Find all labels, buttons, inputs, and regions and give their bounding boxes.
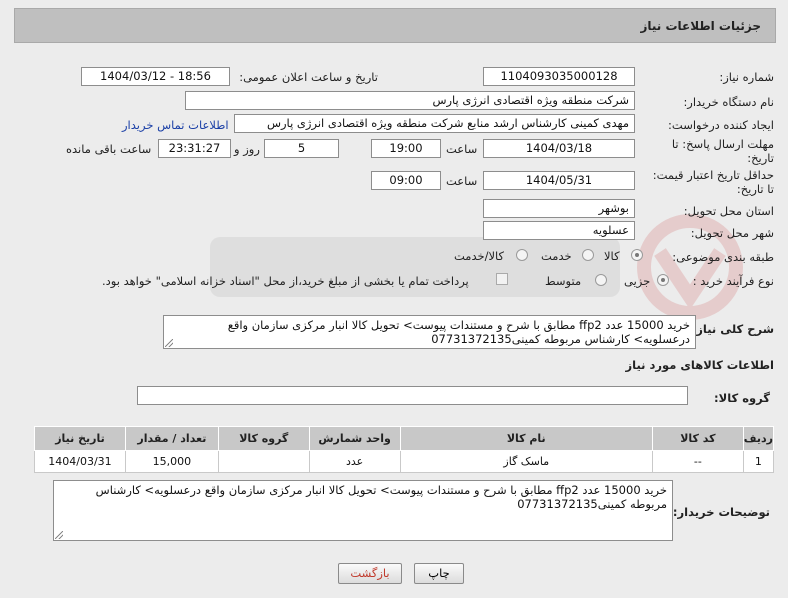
category-goods-radio[interactable] [631, 249, 643, 261]
reply-time-label: ساعت [446, 142, 478, 156]
goods-table-header: ردیف کد کالا نام کالا واحد شمارش گروه کا… [34, 426, 775, 451]
cell-need-date: 1404/03/31 [34, 450, 126, 473]
purchase-medium-radio[interactable] [595, 274, 607, 286]
goods-group-field [137, 386, 688, 405]
col-need-date: تاریخ نیاز [34, 426, 126, 451]
price-validity-label: حداقل تاریخ اعتبار قیمت: [652, 168, 774, 182]
category-service-radio[interactable] [582, 249, 594, 261]
col-quantity: تعداد / مقدار [124, 426, 219, 451]
goods-group-label: گروه کالا: [714, 391, 770, 405]
back-button[interactable]: بازگشت [338, 563, 402, 584]
purchase-minor-radio[interactable] [657, 274, 669, 286]
cell-unit: عدد [308, 450, 401, 473]
days-remaining-field: 5 [264, 139, 339, 158]
requester-label: ایجاد کننده درخواست: [668, 118, 774, 132]
cell-code: -- [651, 450, 744, 473]
time-remaining-field: 23:31:27 [158, 139, 231, 158]
page-title: جزئیات اطلاعات نیاز [640, 19, 761, 33]
price-validity-label-2: تا تاریخ: [736, 182, 774, 196]
days-label: روز و [234, 142, 260, 156]
price-validity-time-field: 09:00 [371, 171, 441, 190]
table-row: 1 -- ماسک گاز عدد 15,000 1404/03/31 [34, 450, 775, 473]
city-field: عسلویه [483, 221, 635, 240]
purchase-medium-label: متوسط [545, 274, 582, 288]
city-label: شهر محل تحویل: [690, 226, 774, 240]
cell-quantity: 15,000 [124, 450, 219, 473]
general-description-textarea[interactable]: خرید 15000 عدد ffp2 مطابق با شرح و مستند… [163, 315, 696, 349]
category-goods-service-label: کالا/خدمت [454, 249, 505, 263]
goods-table: ردیف کد کالا نام کالا واحد شمارش گروه کا… [34, 426, 775, 473]
general-description-label: شرح کلی نیاز: [691, 322, 774, 336]
category-goods-label: کالا [604, 249, 620, 263]
price-validity-time-label: ساعت [446, 174, 478, 188]
category-label: طبقه بندی موضوعی: [672, 250, 774, 264]
category-goods-service-radio[interactable] [516, 249, 528, 261]
reply-date-field: 1404/03/18 [483, 139, 635, 158]
cell-group [217, 450, 310, 473]
buyer-notes-label: توضیحات خریدار: [672, 505, 770, 519]
treasury-bonds-note: پرداخت تمام یا بخشی از مبلغ خرید،از محل … [102, 274, 469, 288]
treasury-bonds-checkbox[interactable] [496, 273, 508, 285]
col-unit: واحد شمارش [308, 426, 401, 451]
time-remaining-label: ساعت باقی مانده [66, 142, 152, 156]
buyer-notes-text: خرید 15000 عدد ffp2 مطابق با شرح و مستند… [95, 483, 667, 511]
reply-time-field: 19:00 [371, 139, 441, 158]
cell-name: ماسک گاز [399, 450, 653, 473]
buyer-org-label: نام دستگاه خریدار: [683, 95, 774, 109]
purchase-minor-label: جزیی [624, 274, 651, 288]
print-button[interactable]: چاپ [414, 563, 464, 584]
resize-grip-icon[interactable] [55, 531, 63, 539]
announce-datetime-label: تاریخ و ساعت اعلان عمومی: [239, 70, 378, 84]
purchase-type-label: نوع فرآیند خرید : [692, 274, 774, 288]
announce-datetime-field: 1404/03/12 - 18:56 [81, 67, 230, 86]
buyer-notes-textarea[interactable]: خرید 15000 عدد ffp2 مطابق با شرح و مستند… [53, 480, 673, 541]
buyer-contact-link[interactable]: اطلاعات تماس خریدار [122, 118, 229, 132]
col-code: کد کالا [651, 426, 744, 451]
category-service-label: خدمت [541, 249, 572, 263]
page-header: جزئیات اطلاعات نیاز [14, 8, 776, 43]
province-label: استان محل تحویل: [683, 204, 774, 218]
col-row: ردیف [742, 426, 775, 451]
requester-field: مهدی کمینی کارشناس ارشد منابع شرکت منطقه… [234, 114, 635, 133]
resize-grip-icon[interactable] [165, 339, 173, 347]
goods-section-title: اطلاعات کالاهای مورد نیاز [625, 358, 774, 372]
col-group: گروه کالا [217, 426, 310, 451]
need-number-field: 1104093035000128 [483, 67, 635, 86]
watermark-logo [210, 214, 743, 320]
col-name: نام کالا [399, 426, 653, 451]
reply-deadline-label: مهلت ارسال پاسخ: تا [671, 137, 774, 151]
cell-row: 1 [742, 450, 775, 473]
general-description-text: خرید 15000 عدد ffp2 مطابق با شرح و مستند… [227, 318, 690, 346]
need-number-label: شماره نیاز: [719, 70, 774, 84]
reply-deadline-label-2: تاریخ: [747, 151, 774, 165]
province-field: بوشهر [483, 199, 635, 218]
price-validity-date-field: 1404/05/31 [483, 171, 635, 190]
buyer-org-field: شرکت منطقه ویژه اقتصادی انرژی پارس [185, 91, 635, 110]
